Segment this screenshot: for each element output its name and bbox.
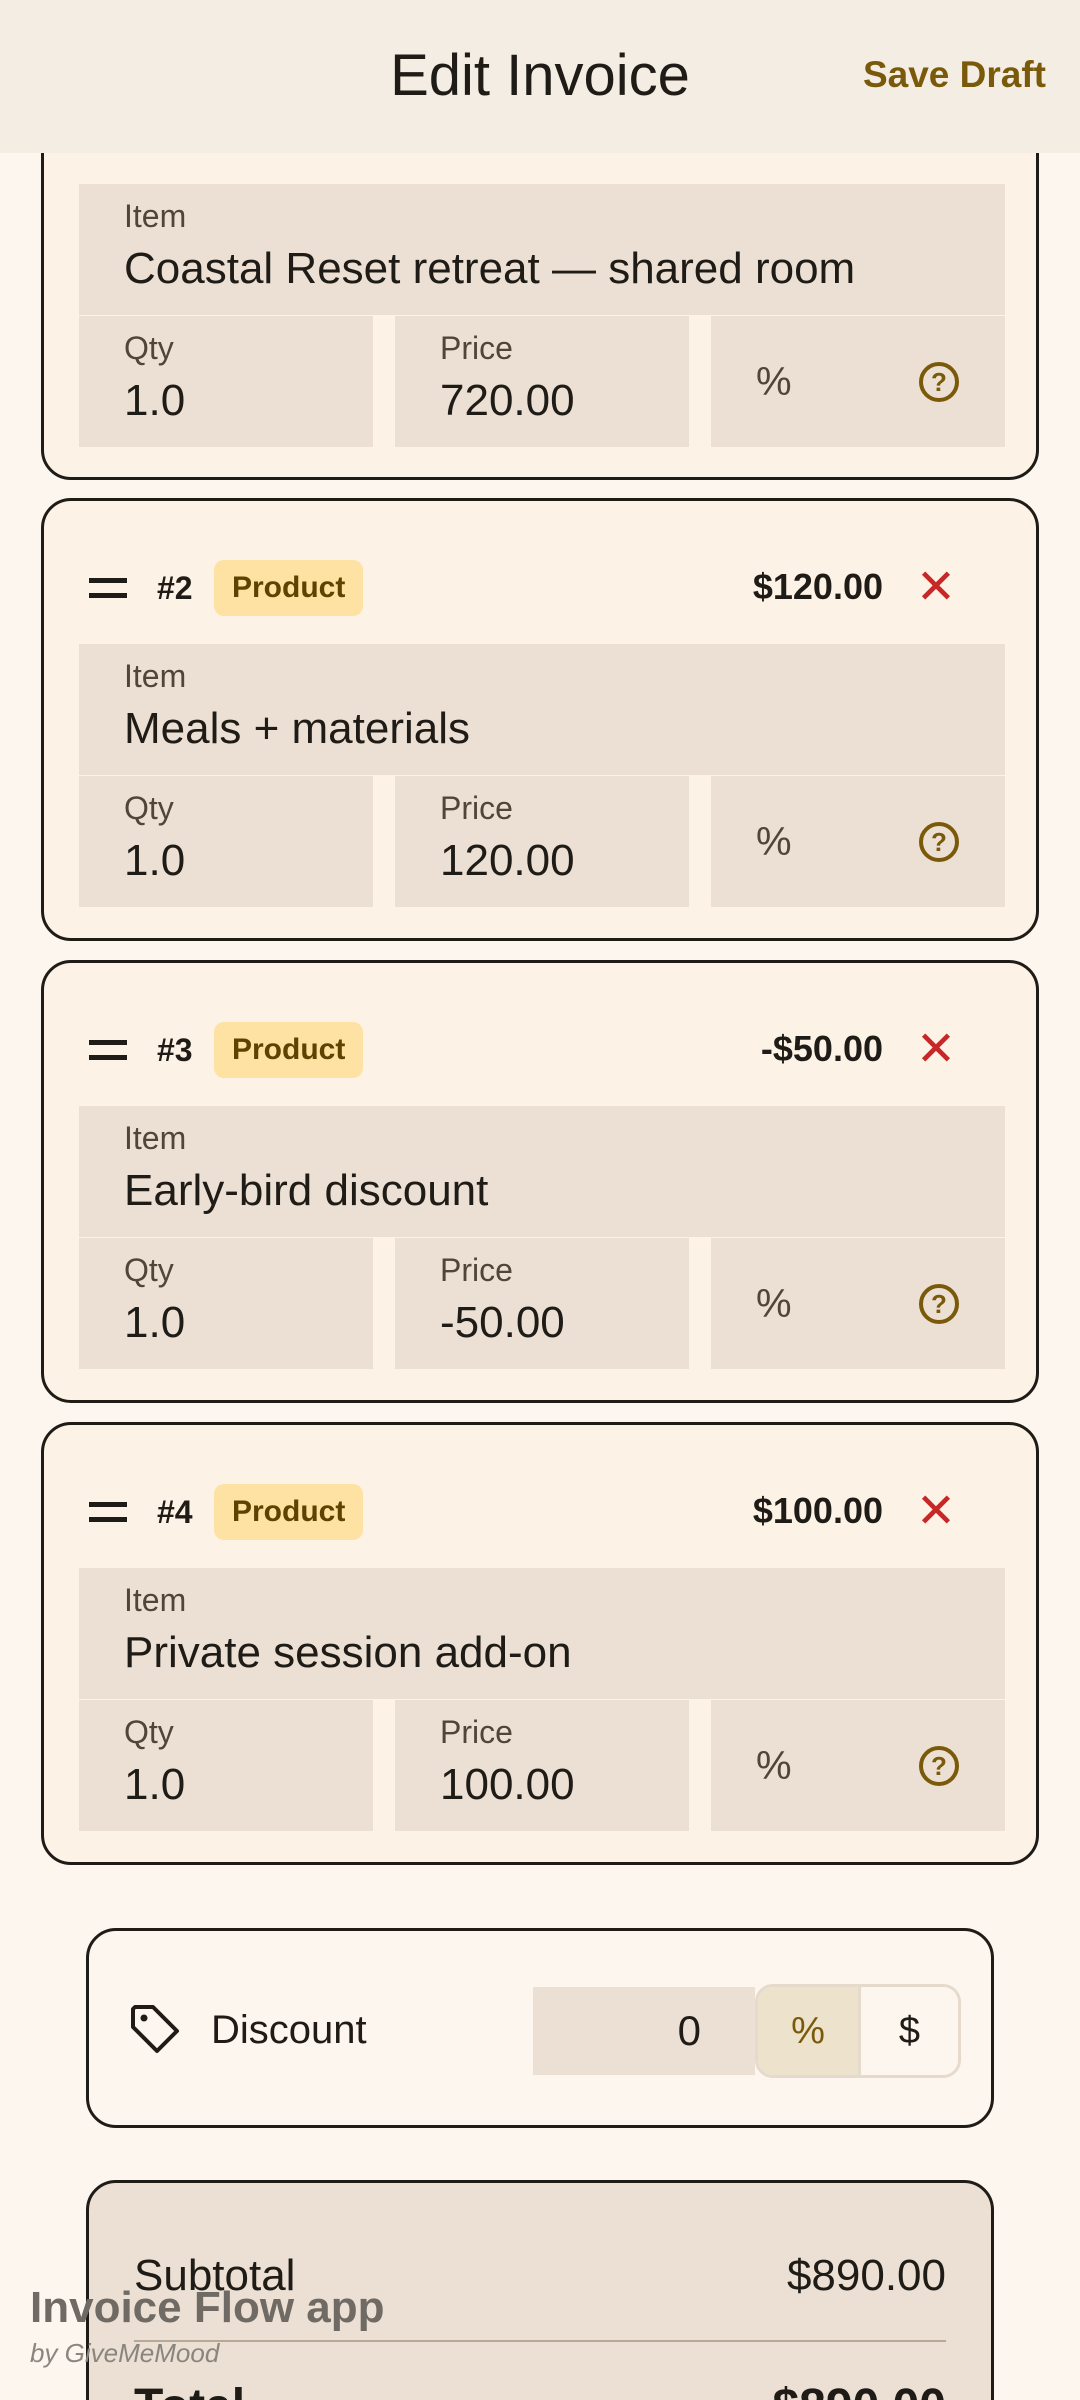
drag-handle-icon[interactable] [89,1040,127,1060]
item-field-value: Meals + materials [124,704,471,753]
discount-input[interactable]: 0 [533,1987,755,2075]
qty-field-label: Qty [124,790,174,826]
item-field-label: Item [124,198,187,234]
price-field-label: Price [440,330,513,366]
line-item-card-4: #4 Product $100.00 ✕ Item Private sessio… [41,1422,1039,1865]
item-field-label: Item [124,658,187,694]
item-name-field[interactable]: Item Private session add-on [79,1568,1005,1699]
item-type-badge: Product [214,1022,364,1078]
tax-percent-field[interactable]: % ? [711,316,1005,447]
item-amount: -$50.00 [760,1028,883,1069]
price-field-label: Price [440,790,513,826]
card-header: #2 Product $120.00 ✕ [44,556,1036,622]
help-icon[interactable]: ? [919,362,959,402]
subtotal-value: $890.00 [786,2251,946,2300]
qty-field-label: Qty [124,330,174,366]
qty-field[interactable]: Qty 1.0 [79,1700,373,1831]
card-header: #3 Product -$50.00 ✕ [44,1018,1036,1084]
drag-handle-icon[interactable] [89,1502,127,1522]
item-number: #2 [157,570,193,606]
price-field[interactable]: Price 720.00 [395,316,689,447]
close-icon[interactable]: ✕ [908,560,964,616]
qty-field-label: Qty [124,1252,174,1288]
discount-row: Discount 0 % $ [86,1928,994,2128]
item-field-value: Private session add-on [124,1628,572,1677]
price-field[interactable]: Price 120.00 [395,776,689,907]
qty-field-value: 1.0 [124,1298,186,1347]
total-row: Total $890.00 [134,2379,946,2400]
total-value: $890.00 [772,2379,946,2400]
percent-sign: % [756,820,792,864]
help-icon[interactable]: ? [919,1284,959,1324]
item-field-value: Early-bird discount [124,1166,489,1215]
help-icon[interactable]: ? [919,822,959,862]
tag-icon [131,2005,179,2053]
item-number: #3 [157,1032,193,1068]
item-field-label: Item [124,1582,187,1618]
qty-field[interactable]: Qty 1.0 [79,776,373,907]
tax-percent-field[interactable]: % ? [711,1238,1005,1369]
percent-sign: % [756,1744,792,1788]
total-label: Total [134,2380,245,2400]
item-name-field[interactable]: Item Meals + materials [79,644,1005,775]
discount-label: Discount [211,2008,367,2052]
price-field-value: 720.00 [440,376,575,425]
card-header: #4 Product $100.00 ✕ [44,1480,1036,1546]
discount-mode-dollar[interactable]: $ [858,1987,958,2075]
qty-field-label: Qty [124,1714,174,1750]
price-field[interactable]: Price -50.00 [395,1238,689,1369]
item-field-value: Coastal Reset retreat — shared room [124,244,856,293]
price-field-value: 100.00 [440,1760,575,1809]
qty-field-value: 1.0 [124,836,186,885]
percent-sign: % [756,1282,792,1326]
percent-sign: % [756,360,792,404]
item-name-field[interactable]: Item Coastal Reset retreat — shared room [79,184,1005,315]
close-icon[interactable]: ✕ [908,1022,964,1078]
qty-field[interactable]: Qty 1.0 [79,1238,373,1369]
item-name-field[interactable]: Item Early-bird discount [79,1106,1005,1237]
item-number: #4 [157,1494,193,1530]
close-icon[interactable]: ✕ [908,1484,964,1540]
qty-field-value: 1.0 [124,1760,186,1809]
qty-field-value: 1.0 [124,376,186,425]
discount-mode-percent[interactable]: % [758,1987,858,2075]
tax-percent-field[interactable]: % ? [711,1700,1005,1831]
app-bar: Edit Invoice Save Draft [0,0,1080,153]
watermark-title: Invoice Flow app [30,2283,385,2332]
save-draft-button[interactable]: Save Draft [863,54,1046,96]
drag-handle-icon[interactable] [89,578,127,598]
qty-field[interactable]: Qty 1.0 [79,316,373,447]
discount-mode-toggle: % $ [755,1984,961,2078]
price-field-value: 120.00 [440,836,575,885]
item-type-badge: Product [214,560,364,616]
item-field-label: Item [124,1120,187,1156]
help-icon[interactable]: ? [919,1746,959,1786]
tax-percent-field[interactable]: % ? [711,776,1005,907]
item-amount: $120.00 [752,566,883,607]
price-field-value: -50.00 [440,1298,565,1347]
price-field-label: Price [440,1252,513,1288]
item-type-badge: Product [214,1484,364,1540]
line-item-card-3: #3 Product -$50.00 ✕ Item Early-bird dis… [41,960,1039,1403]
line-item-card-2: #2 Product $120.00 ✕ Item Meals + materi… [41,498,1039,941]
item-amount: $100.00 [752,1490,883,1531]
totals-divider [134,2340,946,2342]
price-field-label: Price [440,1714,513,1750]
price-field[interactable]: Price 100.00 [395,1700,689,1831]
watermark-byline: by GiveMeMood [30,2338,220,2368]
